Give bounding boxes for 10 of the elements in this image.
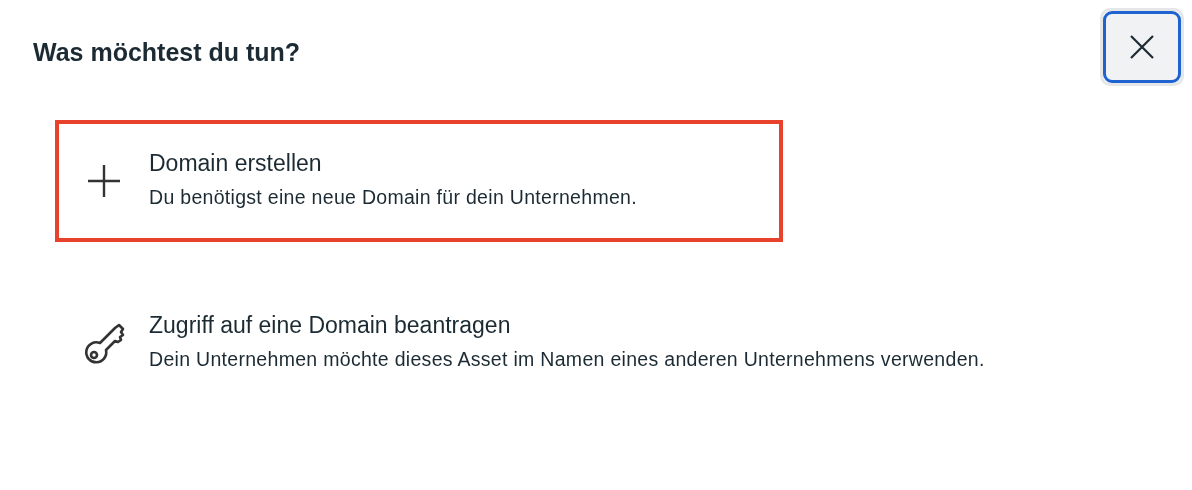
option-description: Dein Unternehmen möchte dieses Asset im Namen eines anderen Unternehmens verwenden. bbox=[149, 347, 985, 373]
option-description: Du benötigst eine neue Domain für dein Unternehmen. bbox=[149, 185, 637, 210]
close-button[interactable] bbox=[1103, 11, 1181, 83]
plus-icon bbox=[87, 164, 121, 199]
dialog-title: Was möchtest du tun? bbox=[33, 38, 301, 67]
option-item[interactable]: Domain erstellen Du benötigst eine neue Domain für dein Unternehmen. bbox=[55, 120, 783, 243]
option-title: Zugriff auf eine Domain beantragen bbox=[149, 312, 512, 340]
close-icon bbox=[1129, 34, 1155, 60]
option-item[interactable]: Zugriff auf eine Domain beantragen Dein Unternehmen möchte dieses Asset im Namen eines anderen Unternehmens verwenden. bbox=[55, 282, 989, 405]
option-title: Domain erstellen bbox=[149, 150, 323, 177]
